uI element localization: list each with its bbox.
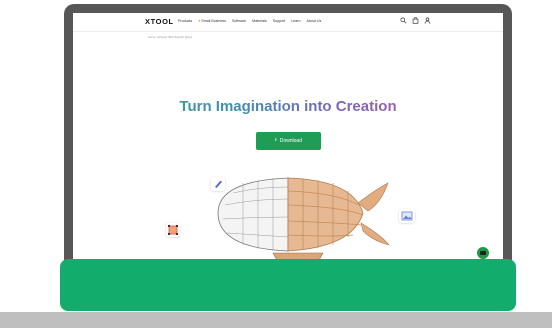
zeppelin-illustration <box>217 177 390 263</box>
breadcrumb[interactable]: Home / Software /Bird Zeppelin Space <box>148 36 192 39</box>
pen-tool-card <box>211 177 225 191</box>
bottom-gray-bar <box>0 312 552 328</box>
hero-title: Turn Imagination into Creation <box>73 98 503 115</box>
frame-select-icon <box>168 225 178 235</box>
download-icon: ⭳ <box>274 137 277 143</box>
nav-icons <box>400 17 431 24</box>
green-banner <box>60 259 516 311</box>
nav-links: Products ● Small Business Software Mater… <box>178 19 321 23</box>
nav-item-materials[interactable]: Materials <box>252 19 267 23</box>
chat-support-button[interactable] <box>477 247 489 259</box>
image-icon <box>401 211 413 221</box>
nav-item-support[interactable]: Support <box>273 19 286 23</box>
nav-item-small-business[interactable]: ● Small Business <box>198 19 226 23</box>
image-card <box>399 209 415 223</box>
search-icon[interactable] <box>400 17 407 24</box>
bag-icon[interactable] <box>412 17 419 24</box>
nav-item-about-us[interactable]: About Us <box>307 19 322 23</box>
top-navigation: XTOOL Products ● Small Business Software… <box>73 13 503 32</box>
user-icon[interactable] <box>424 17 431 24</box>
nav-item-software[interactable]: Software <box>232 19 246 23</box>
xtool-logo[interactable]: XTOOL <box>145 17 174 26</box>
nav-item-products[interactable]: Products <box>178 19 192 23</box>
nav-item-label: Small Business <box>201 19 226 23</box>
pen-tool-icon <box>215 180 222 188</box>
download-button[interactable]: ⭳ Download <box>256 132 321 150</box>
nav-item-learn[interactable]: Learn <box>291 19 300 23</box>
download-label: Download <box>279 138 302 144</box>
frame-card <box>166 223 180 237</box>
browser-screen: XTOOL Products ● Small Business Software… <box>73 13 503 263</box>
